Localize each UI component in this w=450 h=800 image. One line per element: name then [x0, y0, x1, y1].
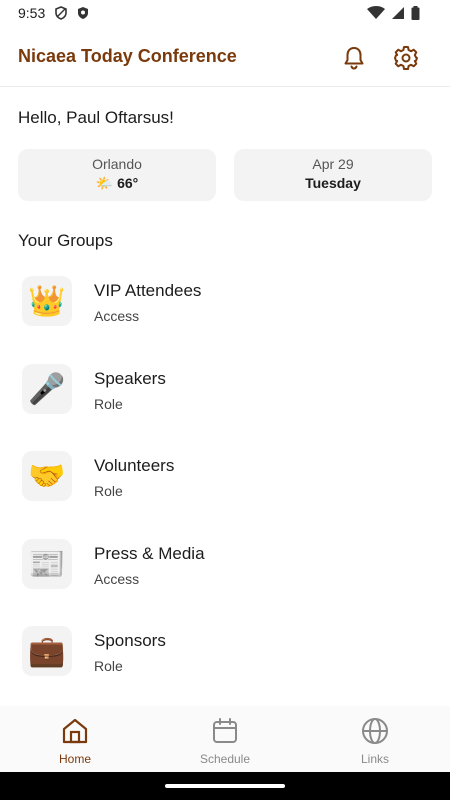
- notifications-button[interactable]: [340, 44, 368, 72]
- group-item-vip-attendees[interactable]: 👑 VIP Attendees Access: [0, 258, 450, 338]
- greeting: Hello, Paul Oftarsus!: [18, 108, 174, 127]
- system-navigation-bar: [0, 772, 450, 800]
- nav-home-label: Home: [58, 752, 91, 766]
- microphone-icon: 🎤: [22, 364, 72, 414]
- handshake-icon: 🤝: [22, 451, 72, 501]
- group-item-volunteers[interactable]: 🤝 Volunteers Role: [0, 433, 450, 513]
- weather-city: Orlando: [92, 156, 142, 172]
- group-name: Volunteers: [94, 456, 175, 475]
- group-type: Role: [94, 483, 123, 499]
- nav-links-label: Links: [360, 752, 389, 766]
- gesture-handle[interactable]: [165, 784, 285, 788]
- settings-button[interactable]: [392, 44, 420, 72]
- status-right-icons: [367, 6, 420, 20]
- group-name: Press & Media: [94, 544, 205, 563]
- status-time: 9:53: [18, 5, 46, 21]
- calendar-icon: [213, 718, 237, 743]
- group-name: Speakers: [94, 369, 166, 388]
- date-weekday: Tuesday: [305, 175, 361, 191]
- group-item-speakers[interactable]: 🎤 Speakers Role: [0, 346, 450, 426]
- group-type: Access: [94, 571, 140, 587]
- nav-links[interactable]: Links: [300, 706, 450, 772]
- security-shield-icon: [78, 7, 88, 19]
- gear-icon: [394, 46, 418, 70]
- briefcase-icon: 💼: [22, 626, 72, 676]
- bottom-nav: Home Schedule Links: [0, 706, 450, 772]
- group-item-press-media[interactable]: 📰 Press & Media Access: [0, 521, 450, 601]
- group-type: Role: [94, 658, 123, 674]
- date-card[interactable]: Apr 29 Tuesday: [234, 149, 432, 201]
- group-type: Role: [94, 396, 123, 412]
- weather-card[interactable]: Orlando 🌤️ 66°: [18, 149, 216, 201]
- app-title: Nicaea Today Conference: [18, 46, 237, 66]
- status-left-icons: [54, 6, 90, 20]
- bell-icon: [344, 47, 364, 70]
- group-type: Access: [94, 308, 140, 324]
- date-text: Apr 29: [312, 156, 354, 172]
- crown-icon: 👑: [22, 276, 72, 326]
- weather-temp-line: 🌤️ 66°: [18, 175, 216, 192]
- battery-icon: [411, 6, 420, 20]
- nav-schedule-label: Schedule: [199, 752, 251, 766]
- wifi-icon: [367, 6, 385, 19]
- status-bar: 9:53: [0, 0, 450, 28]
- groups-section-title: Your Groups: [18, 231, 113, 250]
- weather-sun-cloud-icon: 🌤️: [95, 175, 114, 191]
- home-icon: [62, 718, 88, 744]
- nav-schedule[interactable]: Schedule: [150, 706, 300, 772]
- group-name: VIP Attendees: [94, 281, 202, 300]
- globe-icon: [362, 718, 388, 744]
- app-bar: Nicaea Today Conference: [0, 28, 450, 87]
- nav-home[interactable]: Home: [0, 706, 150, 772]
- weather-temp: 66°: [117, 175, 139, 191]
- group-item-sponsors[interactable]: 💼 Sponsors Role: [0, 608, 450, 688]
- privacy-shield-icon: [55, 6, 67, 20]
- group-name: Sponsors: [94, 631, 166, 650]
- cellular-signal-icon: [392, 7, 404, 19]
- newspaper-icon: 📰: [22, 539, 72, 589]
